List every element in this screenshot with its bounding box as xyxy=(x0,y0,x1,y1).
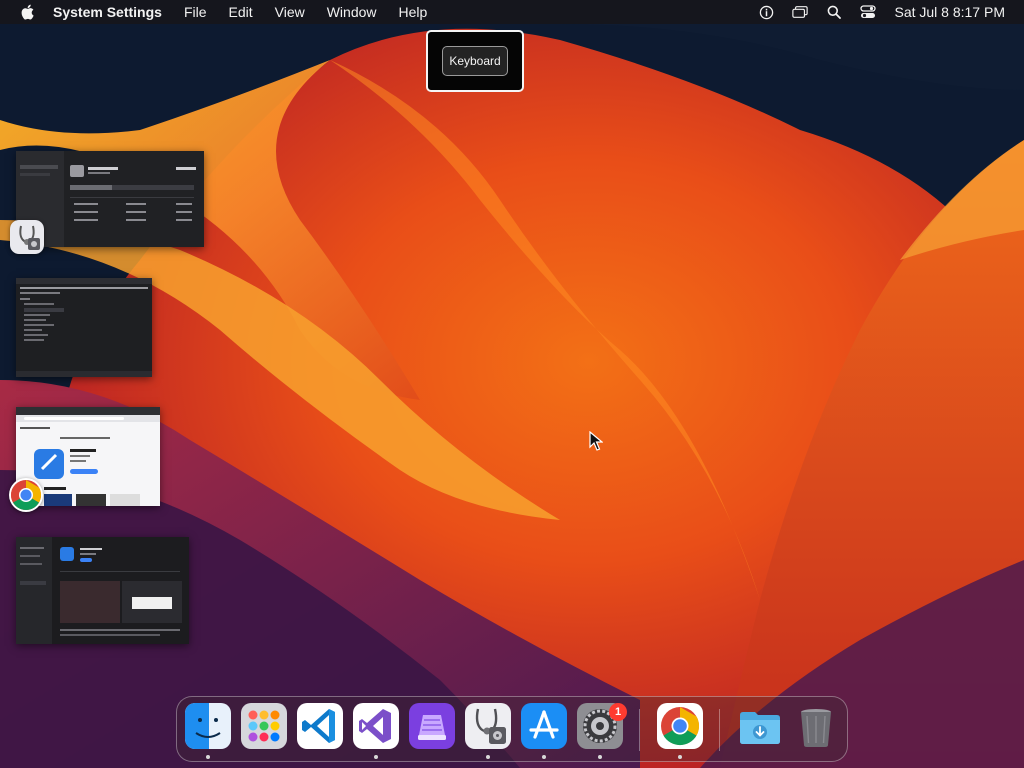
simulator-icon[interactable] xyxy=(409,703,455,749)
keyboard-hud-label[interactable]: Keyboard xyxy=(442,46,508,76)
running-indicator xyxy=(206,755,210,759)
running-indicator xyxy=(598,755,602,759)
menu-edit[interactable]: Edit xyxy=(229,0,253,24)
chrome-icon xyxy=(9,478,43,512)
desktop-wallpaper xyxy=(0,0,1024,768)
running-indicator xyxy=(374,755,378,759)
notification-badge: 1 xyxy=(609,703,627,721)
stage-window-disk-utility[interactable] xyxy=(16,151,204,247)
mouse-cursor-icon xyxy=(589,430,604,451)
window-preview xyxy=(16,278,152,377)
menu-app-name[interactable]: System Settings xyxy=(53,0,162,24)
stage-window-terminal[interactable] xyxy=(16,278,152,377)
visual-studio-icon[interactable] xyxy=(353,703,399,749)
running-indicator xyxy=(542,755,546,759)
keyboard-hud: Keyboard xyxy=(426,30,524,92)
window-preview xyxy=(16,151,204,247)
screen-mirroring-icon[interactable] xyxy=(792,4,809,20)
menu-window[interactable]: Window xyxy=(327,0,377,24)
dock-separator xyxy=(719,709,720,751)
menu-file[interactable]: File xyxy=(184,0,207,24)
google-chrome-icon[interactable] xyxy=(657,703,703,749)
finder-icon[interactable] xyxy=(185,703,231,749)
window-preview xyxy=(16,537,189,644)
dock: 1 xyxy=(176,696,848,762)
downloads-folder-icon[interactable] xyxy=(737,703,783,749)
running-indicator xyxy=(678,755,682,759)
disk-utility-icon[interactable] xyxy=(465,703,511,749)
disk-utility-icon xyxy=(10,220,44,254)
stage-window-app-store[interactable] xyxy=(16,537,189,644)
launchpad-icon[interactable] xyxy=(241,703,287,749)
app-store-icon[interactable] xyxy=(521,703,567,749)
spotlight-search-icon[interactable] xyxy=(826,4,842,20)
apple-logo-icon[interactable] xyxy=(20,4,36,20)
visual-studio-code-icon[interactable] xyxy=(297,703,343,749)
trash-icon[interactable] xyxy=(793,703,839,749)
menu-help[interactable]: Help xyxy=(399,0,428,24)
menu-view[interactable]: View xyxy=(275,0,305,24)
dock-separator xyxy=(639,709,640,751)
menu-bar: System Settings File Edit View Window He… xyxy=(0,0,1024,24)
running-indicator xyxy=(486,755,490,759)
control-center-icon[interactable] xyxy=(860,4,877,20)
menu-clock[interactable]: Sat Jul 8 8:17 PM xyxy=(894,4,1005,20)
accessibility-icon[interactable] xyxy=(758,4,774,20)
